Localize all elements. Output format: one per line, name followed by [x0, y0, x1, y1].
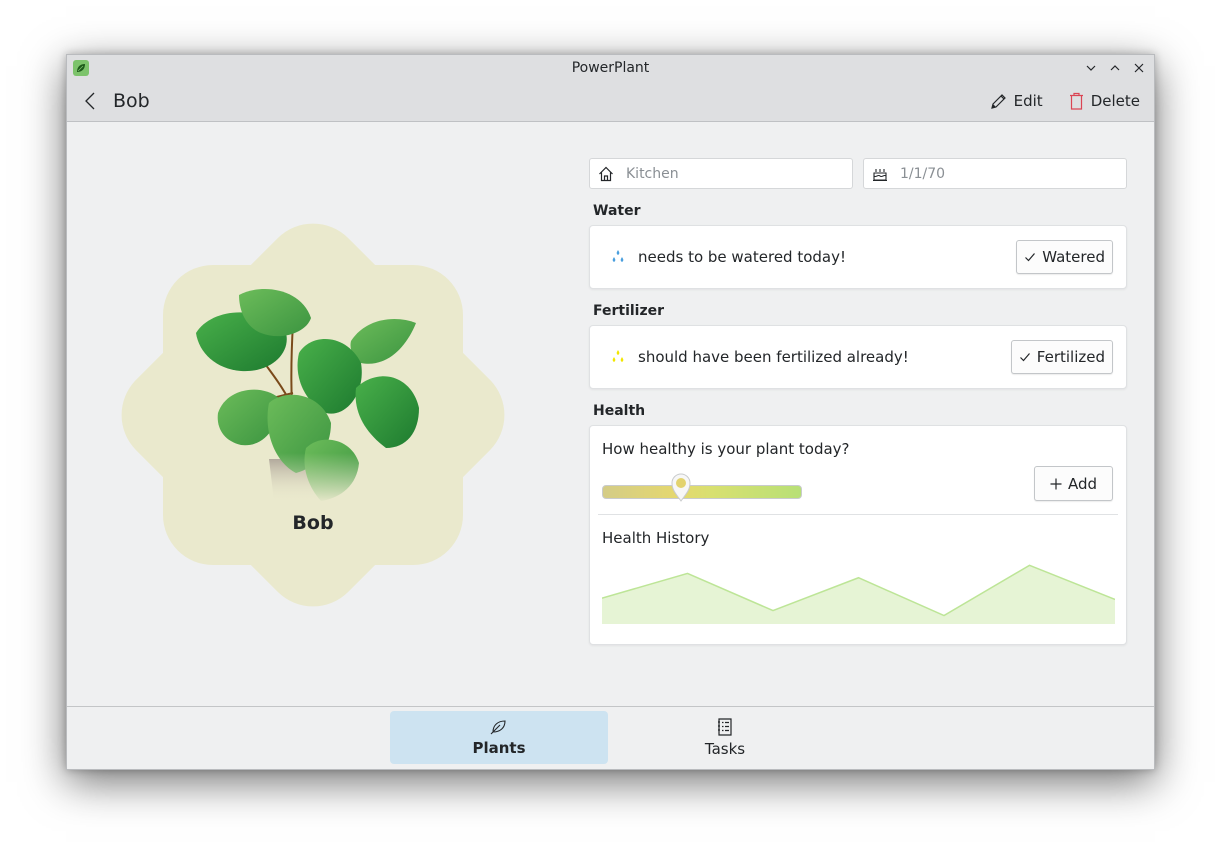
fertilizer-card: should have been fertilized already! Fer… — [589, 325, 1127, 389]
tab-tasks[interactable]: Tasks — [616, 711, 834, 764]
birthday-cake-icon — [873, 168, 887, 181]
health-slider[interactable] — [602, 473, 802, 502]
health-section-label: Health — [593, 403, 646, 419]
bottom-navigation: Plants Tasks — [67, 706, 1154, 769]
chevron-up-icon — [1110, 65, 1120, 71]
fertilized-button[interactable]: Fertilized — [1010, 340, 1113, 374]
close-button[interactable] — [1130, 59, 1148, 77]
maximize-button[interactable] — [1106, 59, 1124, 77]
plant-details-panel: Kitchen 1/1/70 Water needs to be watered… — [589, 158, 1127, 645]
health-card: How healthy is your plant today? Add Hea… — [589, 425, 1127, 645]
divider — [598, 514, 1118, 515]
location-field[interactable]: Kitchen — [589, 158, 853, 189]
tab-plants-label: Plants — [472, 738, 526, 757]
app-window: PowerPlant Bob Edit Delete Bob Kitchen 1… — [66, 54, 1155, 770]
pencil-icon — [990, 93, 1006, 109]
watered-button[interactable]: Watered — [1016, 240, 1113, 274]
water-status: needs to be watered today! — [638, 248, 847, 266]
fertilizer-status: should have been fertilized already! — [638, 348, 909, 366]
watered-label: Watered — [1042, 248, 1105, 266]
page-title: Bob — [113, 90, 150, 112]
tab-tasks-label: Tasks — [704, 739, 746, 758]
home-icon — [599, 166, 613, 181]
delete-label: Delete — [1090, 92, 1140, 110]
add-label: Add — [1067, 474, 1097, 493]
birthday-field[interactable]: 1/1/70 — [863, 158, 1127, 189]
health-area — [602, 565, 1115, 624]
delete-button[interactable]: Delete — [1069, 89, 1140, 113]
add-health-button[interactable]: Add — [1033, 466, 1113, 501]
health-history-label: Health History — [602, 529, 710, 547]
leaf-icon — [73, 60, 89, 76]
fertilized-label: Fertilized — [1036, 348, 1105, 366]
plant-name: Bob — [292, 512, 334, 534]
birthday-value: 1/1/70 — [900, 165, 946, 182]
fertilizer-section-label: Fertilizer — [593, 303, 665, 319]
water-drops-icon — [612, 250, 624, 262]
back-button[interactable] — [79, 89, 101, 113]
slider-thumb[interactable] — [670, 472, 692, 502]
tab-plants[interactable]: Plants — [390, 711, 608, 764]
slider-track — [602, 485, 802, 499]
page-header: Bob Edit Delete — [67, 81, 1154, 122]
plant-image — [196, 288, 419, 503]
window-title: PowerPlant — [571, 60, 650, 76]
plus-icon — [1050, 478, 1062, 489]
minimize-button[interactable] — [1082, 59, 1100, 77]
location-value: Kitchen — [626, 165, 679, 182]
health-question: How healthy is your plant today? — [602, 440, 850, 458]
plant-avatar: Bob — [121, 223, 505, 607]
title-bar: PowerPlant — [67, 55, 1154, 81]
fertilizer-drops-icon — [612, 350, 624, 362]
edit-button[interactable]: Edit — [990, 89, 1043, 113]
chevron-left-icon — [85, 92, 95, 110]
edit-label: Edit — [1013, 92, 1043, 110]
water-card: needs to be watered today! Watered — [589, 225, 1127, 289]
water-section-label: Water — [593, 203, 641, 219]
trash-icon — [1069, 92, 1083, 110]
checkmark-icon — [1025, 253, 1036, 262]
checklist-notebook-icon — [718, 717, 732, 736]
health-history-chart — [602, 564, 1115, 624]
chevron-down-icon — [1086, 65, 1096, 71]
checkmark-icon — [1019, 353, 1030, 362]
leaf-icon — [490, 719, 506, 734]
close-icon — [1134, 63, 1144, 73]
